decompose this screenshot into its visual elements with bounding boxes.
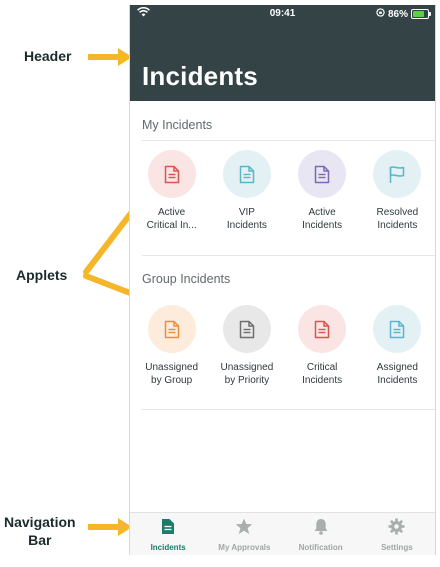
document-icon xyxy=(161,518,175,540)
applet-label: Critical Incidents xyxy=(302,362,343,386)
nav-tab-incidents[interactable]: Incidents xyxy=(130,513,206,555)
applet-label: Assigned Incidents xyxy=(376,362,418,386)
applet-active-incidents[interactable]: Active Incidents xyxy=(285,150,360,232)
applet-assigned-incidents[interactable]: Assigned Incidents xyxy=(360,305,435,387)
nav-label: Settings xyxy=(381,543,413,552)
applet-row-my-incidents: Active Critical In... VIP Incidents Acti… xyxy=(134,150,435,232)
applet-label: Active Incidents xyxy=(302,207,343,231)
flag-icon xyxy=(373,150,422,198)
divider xyxy=(142,140,435,141)
applet-unassigned-by-group[interactable]: Unassigned by Group xyxy=(134,305,209,387)
callout-header-label: Header xyxy=(24,48,72,64)
applet-unassigned-by-priority[interactable]: Unassigned by Priority xyxy=(209,305,284,387)
navigation-arrow xyxy=(88,518,132,536)
applet-row-group-incidents: Unassigned by Group Unassigned by Priori… xyxy=(134,305,435,387)
applet-resolved-incidents[interactable]: Resolved Incidents xyxy=(360,150,435,232)
nav-label: My Approvals xyxy=(218,543,271,552)
bell-icon xyxy=(313,518,329,540)
orientation-lock-icon xyxy=(376,8,385,20)
document-icon xyxy=(147,150,196,198)
document-icon xyxy=(373,305,422,353)
header-arrow xyxy=(88,48,132,66)
callout-navigation-label: Navigation Bar xyxy=(4,514,76,548)
phone-screen: 09:41 86% Incidents My Incidents Active … xyxy=(129,5,436,555)
applet-label: VIP Incidents xyxy=(226,207,267,231)
section-title-my-incidents: My Incidents xyxy=(142,118,213,132)
applet-active-critical-incidents[interactable]: Active Critical In... xyxy=(134,150,209,232)
status-bar: 09:41 86% xyxy=(130,5,435,23)
document-icon xyxy=(222,305,271,353)
battery-icon xyxy=(411,9,431,19)
document-icon xyxy=(147,305,196,353)
applet-label: Active Critical In... xyxy=(146,207,197,231)
gear-icon xyxy=(388,518,405,540)
applet-label: Unassigned by Priority xyxy=(220,362,274,386)
nav-tab-my-approvals[interactable]: My Approvals xyxy=(206,513,282,555)
divider xyxy=(142,255,435,256)
page-title: Incidents xyxy=(142,61,258,91)
bottom-navigation-bar: Incidents My Approvals Notification Sett… xyxy=(130,512,435,555)
document-icon xyxy=(222,150,271,198)
document-icon xyxy=(298,305,347,353)
star-icon xyxy=(235,518,253,540)
callout-applets-label: Applets xyxy=(16,267,68,283)
nav-tab-settings[interactable]: Settings xyxy=(359,513,435,555)
applet-label: Resolved Incidents xyxy=(376,207,419,231)
app-header: 09:41 86% Incidents xyxy=(130,5,435,101)
applet-critical-incidents[interactable]: Critical Incidents xyxy=(285,305,360,387)
applet-vip-incidents[interactable]: VIP Incidents xyxy=(209,150,284,232)
section-title-group-incidents: Group Incidents xyxy=(142,272,231,286)
nav-tab-notification[interactable]: Notification xyxy=(283,513,359,555)
battery-percentage: 86% xyxy=(387,8,408,20)
applet-label: Unassigned by Group xyxy=(145,362,199,386)
nav-label: Incidents xyxy=(150,543,186,552)
divider xyxy=(142,409,435,410)
nav-label: Notification xyxy=(298,543,343,552)
document-icon xyxy=(298,150,347,198)
